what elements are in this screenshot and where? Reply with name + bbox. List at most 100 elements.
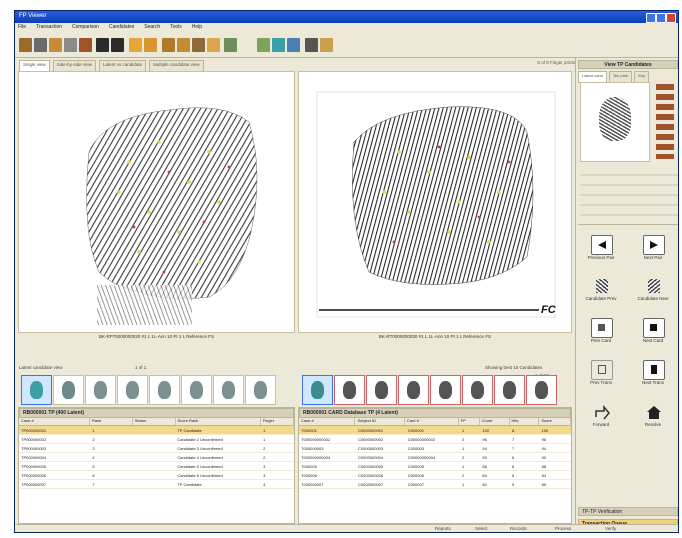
open-icon[interactable] bbox=[19, 38, 32, 52]
menu-tools[interactable]: Tools bbox=[170, 24, 182, 31]
table-cell: 8 bbox=[512, 427, 515, 433]
table-row[interactable]: TP000000003 3 Candidate 3 Unconfirmed 2 bbox=[19, 444, 294, 453]
settings-icon[interactable] bbox=[320, 38, 333, 52]
prev-card-button[interactable] bbox=[591, 318, 613, 338]
menu-search[interactable]: Search bbox=[144, 24, 160, 31]
rotate-icon[interactable] bbox=[305, 38, 318, 52]
split-view-icon[interactable] bbox=[177, 38, 190, 52]
preview-tools[interactable] bbox=[656, 84, 674, 159]
maximize-button[interactable] bbox=[656, 13, 666, 23]
menu-candidates[interactable]: Candidates bbox=[109, 24, 134, 31]
table-row[interactable]: TP000000005 5 Candidate 5 Unconfirmed 3 bbox=[19, 462, 294, 471]
minutiae-icon[interactable] bbox=[257, 38, 270, 52]
thumbnail[interactable] bbox=[53, 375, 84, 405]
table-row[interactable]: TP000000006 6 Candidate 6 Unconfirmed 3 bbox=[19, 471, 294, 480]
column-header[interactable]: Status bbox=[133, 418, 176, 425]
thumbnail[interactable] bbox=[462, 375, 493, 405]
next-trans-button[interactable] bbox=[643, 360, 665, 380]
minimize-button[interactable] bbox=[646, 13, 656, 23]
table-row[interactable]: T000005 C0000000005 C000005 1 88 6 88 bbox=[299, 462, 571, 471]
save-icon[interactable] bbox=[34, 38, 47, 52]
thumbnail[interactable] bbox=[181, 375, 212, 405]
next-card-button[interactable] bbox=[643, 318, 665, 338]
thumbnail[interactable] bbox=[494, 375, 525, 405]
table-row[interactable]: TP000000007 7 TP Candidate 4 bbox=[19, 480, 294, 489]
compare-icon[interactable] bbox=[162, 38, 175, 52]
table-row[interactable]: T000000000004 C0000000004 C00000000004 2 90 6… bbox=[299, 453, 571, 462]
tenprint-pane[interactable]: FC bbox=[298, 71, 572, 333]
thumbnail[interactable] bbox=[526, 375, 557, 405]
overlay-icon[interactable] bbox=[192, 38, 205, 52]
latent-print-pane[interactable] bbox=[18, 71, 295, 333]
column-header[interactable]: Score Rank bbox=[176, 418, 261, 425]
column-header[interactable]: Rank bbox=[90, 418, 133, 425]
trans-next-icon bbox=[651, 365, 657, 374]
table-row[interactable]: T000000007 C0000000007 C000007 1 80 5 80 bbox=[299, 480, 571, 489]
table-cell: 3 bbox=[263, 472, 266, 478]
menu-file[interactable]: File bbox=[18, 24, 26, 31]
column-header[interactable]: Score bbox=[539, 418, 571, 425]
thumbnail[interactable] bbox=[213, 375, 244, 405]
thumbnail[interactable] bbox=[334, 375, 365, 405]
thumbnail[interactable] bbox=[85, 375, 116, 405]
finger-selector-grid[interactable] bbox=[580, 166, 678, 218]
card-list-rows: T000001 C0000000001 C000001 1 100 8 100 T000000… bbox=[299, 426, 571, 489]
candidate-next-button[interactable] bbox=[643, 276, 665, 296]
close-button[interactable] bbox=[666, 13, 676, 23]
previous-pair-button[interactable] bbox=[591, 235, 613, 255]
zoom-icon[interactable] bbox=[207, 38, 220, 52]
table-cell: 6 bbox=[92, 472, 95, 478]
table-row[interactable]: T000000003 C0000000003 C000003 1 94 7 94 bbox=[299, 444, 571, 453]
column-header[interactable]: Case # bbox=[299, 418, 356, 425]
arrow-right-icon[interactable] bbox=[111, 38, 124, 52]
column-header[interactable]: Card # bbox=[405, 418, 459, 425]
menu-transaction[interactable]: Transaction bbox=[36, 24, 62, 31]
column-header[interactable]: Case # bbox=[19, 418, 91, 425]
thumbnail[interactable] bbox=[245, 375, 276, 405]
table-row[interactable]: TP000000001 1 TP Candidate 1 bbox=[19, 426, 294, 435]
table-cell: T000000000004 bbox=[301, 454, 331, 460]
sidebar-preview[interactable] bbox=[580, 82, 650, 162]
resolve-button[interactable] bbox=[643, 402, 665, 422]
table-row[interactable]: TP000000004 4 Candidate 4 Unconfirmed 2 bbox=[19, 453, 294, 462]
menu-comparison[interactable]: Comparison bbox=[72, 24, 99, 31]
thumbnail[interactable] bbox=[21, 375, 52, 405]
column-header[interactable]: Finger bbox=[261, 418, 294, 425]
grid-icon[interactable] bbox=[129, 38, 142, 52]
thumbnail[interactable] bbox=[430, 375, 461, 405]
enhance-icon[interactable] bbox=[224, 38, 237, 52]
card-prev-icon bbox=[598, 324, 605, 331]
thumbnail[interactable] bbox=[302, 375, 333, 405]
forward-button[interactable] bbox=[591, 402, 613, 422]
nav-label: Prev Trans bbox=[590, 380, 612, 385]
thumbnail[interactable] bbox=[398, 375, 429, 405]
thumbnail[interactable] bbox=[117, 375, 148, 405]
scan-icon[interactable] bbox=[64, 38, 77, 52]
column-header[interactable]: FP bbox=[459, 418, 480, 425]
arrow-right-icon bbox=[650, 241, 658, 249]
fc-label: FC bbox=[541, 304, 557, 316]
column-header[interactable]: Subject ID bbox=[355, 418, 405, 425]
fingerprint-tool-icon[interactable] bbox=[79, 38, 92, 52]
table-cell: C0000000006 bbox=[358, 472, 384, 478]
chart-icon[interactable] bbox=[287, 38, 300, 52]
arrow-left-icon[interactable] bbox=[96, 38, 109, 52]
prev-trans-button[interactable] bbox=[591, 360, 613, 380]
table-row[interactable]: T000006 C0000000006 C000006 2 84 5 84 bbox=[299, 471, 571, 480]
candidate-prev-button[interactable] bbox=[591, 276, 613, 296]
column-header[interactable]: Count bbox=[480, 418, 510, 425]
table-row[interactable]: T000001 C0000000001 C000001 1 100 8 100 bbox=[299, 426, 571, 435]
print-icon[interactable] bbox=[49, 38, 62, 52]
thumbnail[interactable] bbox=[149, 375, 180, 405]
table-row[interactable]: TP000000002 2 Candidate 2 Unconfirmed 1 bbox=[19, 435, 294, 444]
layout-icon[interactable] bbox=[144, 38, 157, 52]
menu-help[interactable]: Help bbox=[192, 24, 202, 31]
next-pair-button[interactable] bbox=[643, 235, 665, 255]
table-row[interactable]: T000000000002 C0000000002 C00000000002 2 96 7… bbox=[299, 435, 571, 444]
tp-verification-item[interactable]: TP-TP Verification bbox=[578, 507, 678, 516]
table-cell: C0000000003 bbox=[358, 445, 384, 451]
color-map-icon[interactable] bbox=[272, 38, 285, 52]
table-cell: 100 bbox=[482, 427, 490, 433]
column-header[interactable]: Hits bbox=[510, 418, 540, 425]
thumbnail[interactable] bbox=[366, 375, 397, 405]
